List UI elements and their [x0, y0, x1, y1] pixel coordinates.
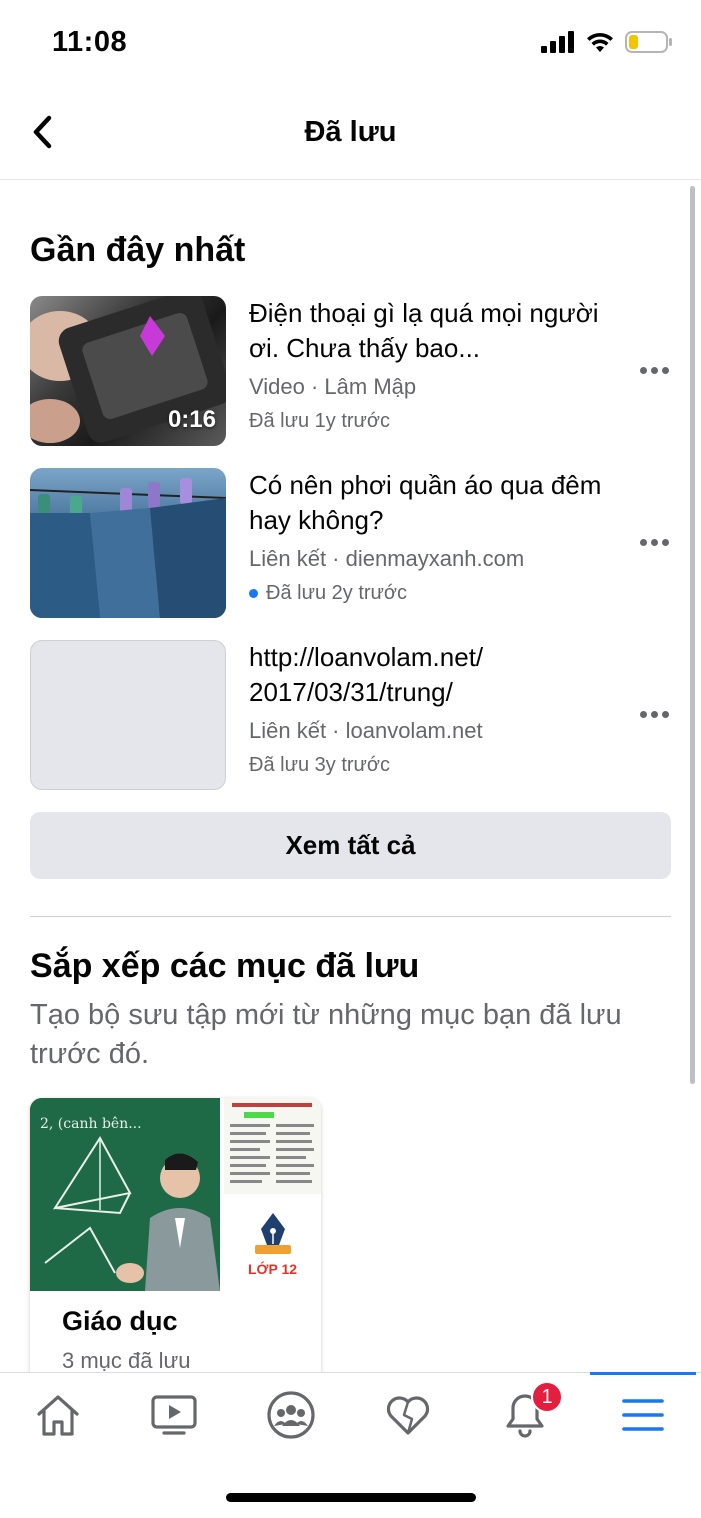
grade-badge-text: LỚP 12 — [247, 1261, 298, 1277]
more-options-button[interactable] — [636, 358, 672, 382]
jeans-image — [30, 478, 226, 618]
notification-badge: 1 — [531, 1381, 563, 1413]
home-icon — [37, 1395, 79, 1436]
collection-name[interactable]: Giáo dục — [62, 1306, 178, 1337]
link-thumbnail[interactable] — [30, 468, 226, 618]
item-meta: Liên kết · dienmayxanh.com — [249, 546, 525, 571]
signal-icon — [541, 31, 574, 53]
saved-item[interactable]: 0:16 Điện thoại gì lạ quá mọi người ơi. … — [30, 296, 680, 446]
tab-video[interactable] — [116, 1373, 232, 1457]
unread-dot — [249, 588, 258, 598]
item-saved-time: Đã lưu 1y trước — [249, 406, 609, 436]
tab-notifications[interactable]: 1 — [467, 1373, 583, 1457]
saved-time-label: Đã lưu 3y trước — [249, 754, 391, 776]
collection-card[interactable]: 2, (canh bên... LỚP 12 Giáo dục 3 mục đã… — [30, 1098, 321, 1372]
saved-time-label: Đã lưu 2y trước — [266, 582, 408, 604]
saved-item[interactable]: Có nên phơi quần áo qua đêm hay không? L… — [30, 468, 680, 618]
item-meta: Video · Lâm Mập — [249, 374, 417, 399]
status-bar: 11:08 — [0, 0, 701, 88]
wifi-icon — [587, 32, 613, 52]
collection-count: 3 mục đã lưu — [62, 1348, 191, 1372]
nav-header: Đã lưu — [0, 88, 701, 180]
item-meta: Liên kết · loanvolam.net — [249, 718, 483, 743]
battery-icon — [625, 31, 672, 53]
saved-time-label: Đã lưu 1y trước — [249, 410, 391, 432]
item-title[interactable]: Điện thoại gì lạ quá mọi người ơi. Chưa … — [249, 296, 609, 366]
recent-section-title: Gần đây nhất — [30, 231, 246, 269]
video-duration: 0:16 — [167, 406, 216, 433]
item-saved-time: Đã lưu 2y trước — [249, 578, 609, 608]
more-options-button[interactable] — [636, 702, 672, 726]
home-indicator[interactable] — [226, 1493, 476, 1502]
tab-groups[interactable] — [233, 1373, 349, 1457]
page-title: Đã lưu — [304, 116, 397, 148]
pen-nib-icon — [254, 1213, 291, 1254]
item-title[interactable]: http://loanvolam.net/ 2017/03/31/trung/ — [249, 640, 609, 710]
heart-icon — [386, 1396, 430, 1435]
video-icon — [151, 1395, 197, 1435]
collection-image-main: 2, (canh bên... — [30, 1098, 220, 1291]
item-saved-time: Đã lưu 3y trước — [249, 750, 609, 780]
video-thumbnail[interactable]: 0:16 — [30, 296, 226, 446]
link-thumbnail-placeholder[interactable] — [30, 640, 226, 790]
scrollbar[interactable] — [690, 186, 695, 1084]
tab-menu[interactable] — [585, 1373, 701, 1457]
organize-description: Tạo bộ sưu tập mới từ những mục bạn đã l… — [30, 999, 622, 1070]
menu-icon — [622, 1399, 664, 1431]
svg-text:2, (canh bên...: 2, (canh bên... — [40, 1116, 142, 1132]
item-title[interactable]: Có nên phơi quần áo qua đêm hay không? — [249, 468, 609, 538]
tab-dating[interactable] — [350, 1373, 466, 1457]
status-icons — [541, 30, 673, 54]
saved-content[interactable]: Gần đây nhất 0:16 Điện thoại gì lạ quá m… — [0, 181, 701, 1372]
collection-image-document — [224, 1098, 321, 1194]
tab-home[interactable] — [0, 1373, 116, 1457]
see-all-button[interactable]: Xem tất cả — [30, 812, 671, 879]
divider — [30, 916, 671, 917]
status-time: 11:08 — [52, 26, 128, 58]
more-options-button[interactable] — [636, 530, 672, 554]
collection-image-logo: LỚP 12 — [224, 1197, 321, 1291]
organize-section-title: Sắp xếp các mục đã lưu — [30, 947, 420, 985]
saved-item[interactable]: http://loanvolam.net/ 2017/03/31/trung/ … — [30, 640, 680, 790]
groups-icon — [267, 1391, 315, 1439]
